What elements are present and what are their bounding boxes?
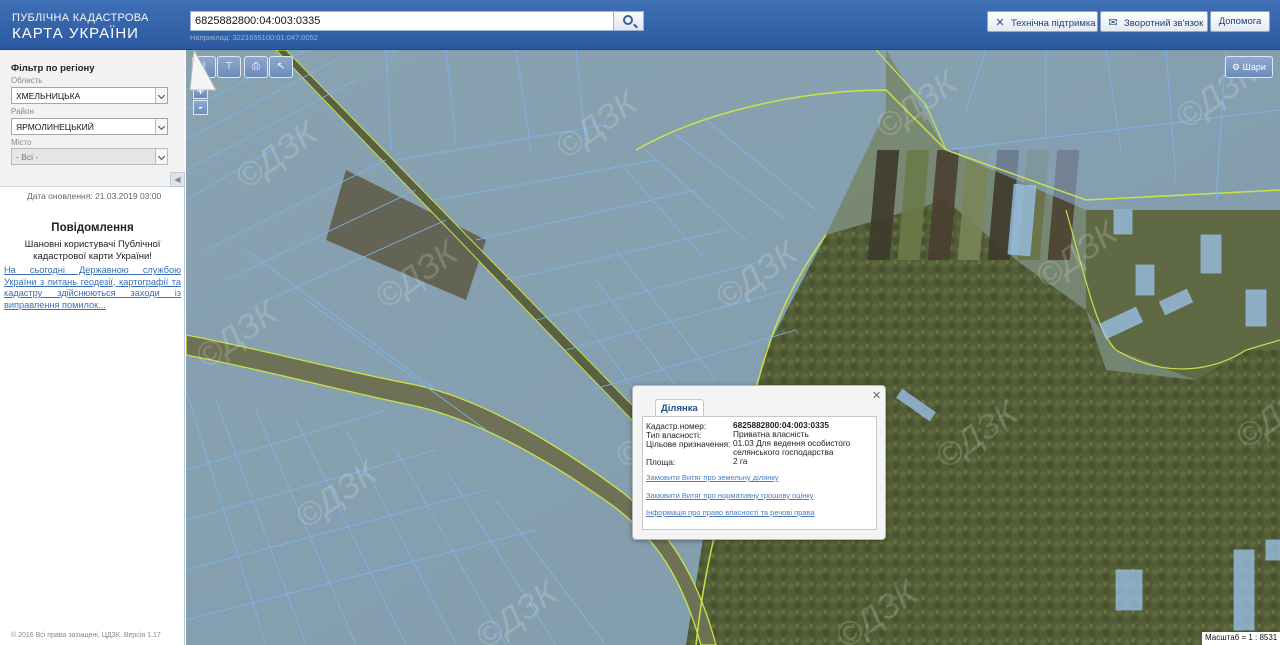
message-text: Шановні користувачі Публічної кадастрово…	[24, 239, 161, 262]
search-example-hint: Наприклад: 3221655100:01:047:0052	[190, 33, 318, 42]
chevron-down-icon	[155, 119, 167, 134]
detail-key: Площа:	[646, 457, 676, 467]
chevron-down-icon	[155, 88, 167, 103]
identify-button[interactable]: ↖	[269, 56, 293, 78]
support-label: Технічна підтримка	[1011, 18, 1096, 29]
message-link[interactable]: На сьогодні Державною службою України з …	[4, 265, 181, 311]
feedback-label: Зворотний зв'язок	[1124, 18, 1204, 29]
cadastral-search-input[interactable]	[190, 11, 614, 31]
printer-icon: ⎙	[252, 61, 260, 72]
close-icon[interactable]: ✕	[872, 389, 881, 402]
brand-logo[interactable]: ПУБЛІЧНА КАДАСТРОВА КАРТА УКРАЇНИ	[12, 12, 149, 42]
city-select[interactable]: - Всі -	[11, 148, 168, 165]
copyright: © 2016 Всі права захищені, ЦДЗК. Версія …	[11, 632, 161, 639]
brand-line1: ПУБЛІЧНА КАДАСТРОВА	[12, 12, 149, 24]
order-parcel-extract-link[interactable]: Замовити Витяг про земельну ділянку	[646, 473, 779, 482]
envelope-icon: ✉	[1108, 17, 1118, 29]
zoom-out-button[interactable]: -	[193, 100, 208, 115]
region-filter-panel: Фільтр по регіону Область ХМЕЛЬНИЦЬКА Ра…	[0, 50, 185, 187]
help-label: Допомога	[1218, 16, 1262, 27]
region-select-value: ХМЕЛЬНИЦЬКА	[16, 91, 81, 101]
parcel-info-popup: ✕ Ділянка Кадастр.номер: 6825882800:04:0…	[632, 385, 886, 540]
order-valuation-extract-link[interactable]: Замовити Витяг про нормативну грошову оц…	[646, 491, 813, 500]
parcel-details: Кадастр.номер: 6825882800:04:003:0335 Ти…	[642, 416, 877, 530]
minus-icon: -	[198, 99, 203, 114]
region-label: Область	[11, 76, 43, 85]
message-title: Повідомлення	[51, 222, 134, 234]
update-date: Дата оновлення: 21.03.2019 03:00	[27, 191, 162, 201]
collapse-sidebar-button[interactable]: ◀	[170, 172, 185, 187]
cursor-question-icon: ↖	[276, 61, 286, 72]
ownership-info-link[interactable]: Інформація про право власності та речові…	[646, 508, 815, 517]
city-select-value: - Всі -	[16, 152, 39, 162]
popup-pointer	[189, 50, 217, 91]
gear-icon: ⚙	[1232, 62, 1241, 72]
detail-key: Цільове призначення:	[646, 439, 731, 449]
filter-title: Фільтр по регіону	[11, 63, 95, 74]
chevron-down-icon	[155, 149, 167, 164]
brand-line2: КАРТА УКРАЇНИ	[12, 25, 139, 42]
map-viewport[interactable]: ©ДЗК ©ДЗК ©ДЗК ©ДЗК ©ДЗК ©ДЗК ©ДЗК ©ДЗК …	[186, 50, 1280, 645]
district-select-value: ЯРМОЛИНЕЦЬКИЙ	[16, 122, 94, 132]
header: ПУБЛІЧНА КАДАСТРОВА КАРТА УКРАЇНИ Наприк…	[0, 0, 1280, 50]
city-label: Місто	[11, 138, 32, 147]
search-button[interactable]	[614, 11, 644, 31]
layers-button[interactable]: ⚙ Шари	[1225, 56, 1273, 78]
search-icon	[623, 15, 633, 25]
detail-value: 01.03 Для ведення особистого селянського…	[733, 438, 851, 457]
feedback-button[interactable]: ✉ Зворотний зв'язок	[1100, 11, 1208, 32]
region-select[interactable]: ХМЕЛЬНИЦЬКА	[11, 87, 168, 104]
print-button[interactable]: ⎙	[244, 56, 268, 78]
district-label: Район	[11, 107, 34, 116]
sidebar: Фільтр по регіону Область ХМЕЛЬНИЦЬКА Ра…	[0, 50, 185, 645]
satellite-map: ©ДЗК ©ДЗК ©ДЗК ©ДЗК ©ДЗК ©ДЗК ©ДЗК ©ДЗК …	[186, 50, 1280, 645]
chevron-left-icon: ◀	[174, 175, 181, 184]
layers-label: Шари	[1242, 62, 1266, 72]
scale-indicator: Масштаб = 1 : 8531	[1202, 632, 1280, 645]
tools-icon: ✕	[995, 17, 1005, 29]
support-button[interactable]: ✕ Технічна підтримка	[987, 11, 1098, 32]
help-button[interactable]: Допомога	[1210, 11, 1270, 32]
tab-parcel[interactable]: Ділянка	[655, 399, 704, 417]
detail-value: 2 га	[733, 456, 748, 466]
district-select[interactable]: ЯРМОЛИНЕЦЬКИЙ	[11, 118, 168, 135]
